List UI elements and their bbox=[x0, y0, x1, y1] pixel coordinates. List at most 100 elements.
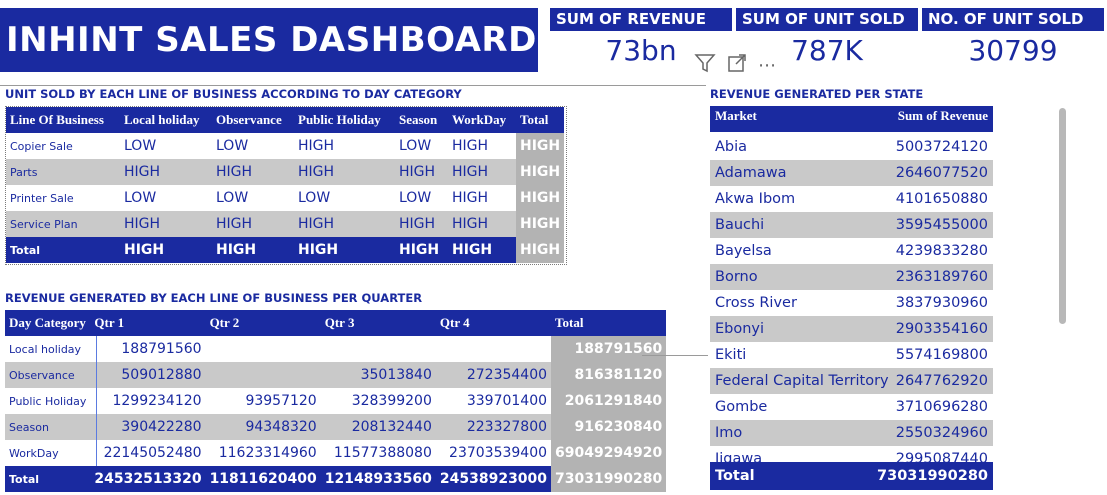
market-cell: Bayelsa bbox=[715, 243, 772, 259]
table-row: Cross River 3837930960 bbox=[710, 290, 993, 316]
table-row: Bayelsa 4239833280 bbox=[710, 238, 993, 264]
table-cell: LOW bbox=[399, 138, 432, 154]
column-header[interactable]: Total bbox=[551, 310, 667, 336]
table-cell: HIGH bbox=[212, 211, 294, 237]
revenue-cell: 4101650880 bbox=[895, 191, 988, 207]
row-label: Total bbox=[6, 237, 120, 263]
table-cell: 208132440 bbox=[320, 414, 436, 440]
table-row: Local holiday 188791560 188791560 bbox=[5, 336, 667, 362]
revenue-cell: 2995087440 bbox=[895, 451, 988, 462]
table-cell bbox=[205, 362, 321, 388]
quarter-table-title: REVENUE GENERATED BY EACH LINE OF BUSINE… bbox=[5, 291, 423, 305]
total-value: 73031990280 bbox=[877, 468, 988, 484]
table-cell: 22145052480 bbox=[103, 445, 202, 461]
visual-header: ⋯ bbox=[690, 50, 790, 80]
column-divider bbox=[96, 336, 97, 466]
unit-table-container: Line Of Business Local holiday Observanc… bbox=[5, 106, 567, 265]
row-label: WorkDay bbox=[9, 446, 59, 460]
column-header[interactable]: WorkDay bbox=[448, 107, 516, 133]
revenue-cell: 5574169800 bbox=[895, 347, 988, 363]
table-row: Ekiti 5574169800 bbox=[710, 342, 993, 368]
column-header[interactable]: Qtr 1 bbox=[90, 310, 206, 336]
column-header[interactable]: Qtr 4 bbox=[435, 310, 552, 336]
revenue-cell: 2363189760 bbox=[895, 269, 988, 285]
column-header[interactable]: Qtr 2 bbox=[205, 310, 321, 336]
grand-total-cell: HIGH bbox=[516, 237, 565, 263]
table-row: Imo 2550324960 bbox=[710, 420, 993, 446]
revenue-cell: 5003724120 bbox=[895, 139, 988, 155]
column-header[interactable]: Line Of Business bbox=[6, 107, 120, 133]
row-label: Total bbox=[5, 466, 91, 492]
filter-icon[interactable] bbox=[694, 52, 716, 78]
table-row: Borno 2363189760 bbox=[710, 264, 993, 290]
kpi-unit-count-label: NO. OF UNIT SOLD bbox=[922, 8, 1104, 31]
row-total-cell: HIGH bbox=[516, 185, 565, 211]
table-cell: 188791560 bbox=[121, 341, 202, 357]
table-row: Printer Sale LOW LOW LOW LOW HIGH HIGH bbox=[6, 185, 565, 211]
vertical-scrollbar[interactable] bbox=[1059, 108, 1066, 324]
row-total-cell: 69049294920 bbox=[551, 440, 667, 466]
table-cell: 11577388080 bbox=[333, 445, 432, 461]
table-cell: HIGH bbox=[452, 190, 489, 206]
state-total-row: Total 73031990280 bbox=[710, 462, 993, 490]
table-cell: HIGH bbox=[395, 211, 448, 237]
table-row: Service Plan HIGH HIGH HIGH HIGH HIGH HI… bbox=[6, 211, 565, 237]
table-cell: 509012880 bbox=[90, 362, 206, 388]
table-cell: 1299234120 bbox=[112, 393, 202, 409]
total-label: Total bbox=[715, 468, 755, 484]
table-cell: HIGH bbox=[294, 159, 395, 185]
more-options-icon[interactable]: ⋯ bbox=[758, 55, 777, 76]
total-cell: HIGH bbox=[448, 237, 516, 263]
column-header[interactable]: Day Category bbox=[5, 310, 91, 336]
table-row: Season 390422280 94348320 208132440 2233… bbox=[5, 414, 667, 440]
row-label: Printer Sale bbox=[10, 191, 74, 205]
table-cell: HIGH bbox=[448, 211, 516, 237]
table-row: Akwa Ibom 4101650880 bbox=[710, 186, 993, 212]
kpi-unit-sum-label: SUM OF UNIT SOLD bbox=[736, 8, 918, 31]
kpi-revenue-label: SUM OF REVENUE bbox=[550, 8, 732, 31]
column-header[interactable]: Observance bbox=[212, 107, 294, 133]
market-cell: Adamawa bbox=[715, 165, 787, 181]
market-cell: Ekiti bbox=[715, 347, 747, 363]
column-header[interactable]: Total bbox=[516, 107, 565, 133]
focus-mode-icon[interactable] bbox=[726, 52, 748, 78]
table-cell: 23703539400 bbox=[449, 445, 548, 461]
revenue-cell: 2903354160 bbox=[895, 321, 988, 337]
total-cell: HIGH bbox=[212, 237, 294, 263]
market-cell: Bauchi bbox=[715, 217, 765, 233]
column-header[interactable]: Sum of Revenue bbox=[882, 106, 993, 132]
revenue-cell: 3595455000 bbox=[895, 217, 988, 233]
total-cell: HIGH bbox=[120, 237, 212, 263]
total-cell: HIGH bbox=[294, 237, 395, 263]
table-row: Jigawa 2995087440 bbox=[710, 446, 993, 462]
row-total-cell: HIGH bbox=[516, 211, 565, 237]
unit-table: Line Of Business Local holiday Observanc… bbox=[6, 107, 565, 263]
column-header[interactable]: Season bbox=[395, 107, 448, 133]
table-cell: 339701400 bbox=[466, 393, 548, 409]
column-header[interactable]: Market bbox=[710, 106, 882, 132]
table-cell: LOW bbox=[216, 138, 249, 154]
row-label: Public Holiday bbox=[9, 394, 87, 408]
market-cell: Federal Capital Territory bbox=[715, 373, 889, 389]
market-cell: Ebonyi bbox=[715, 321, 765, 337]
column-header[interactable]: Local holiday bbox=[120, 107, 212, 133]
column-header[interactable]: Public Holiday bbox=[294, 107, 395, 133]
section-divider bbox=[0, 85, 706, 86]
table-cell bbox=[321, 336, 436, 362]
column-header[interactable]: Qtr 3 bbox=[320, 310, 436, 336]
row-total-cell: 2061291840 bbox=[551, 388, 667, 414]
kpi-unit-count-value: 30799 bbox=[968, 34, 1058, 67]
table-cell: 35013840 bbox=[320, 362, 436, 388]
state-table-header: Market Sum of Revenue bbox=[710, 106, 993, 132]
connector-line bbox=[642, 355, 708, 356]
row-label: Service Plan bbox=[6, 211, 120, 237]
state-table-body[interactable]: Abia 5003724120 Adamawa 2646077520 Akwa Ib… bbox=[710, 134, 993, 462]
total-cell: 24538923000 bbox=[435, 466, 552, 492]
market-cell: Jigawa bbox=[715, 451, 763, 462]
table-row: Adamawa 2646077520 bbox=[710, 160, 993, 186]
table-cell: 93957120 bbox=[245, 393, 317, 409]
table-cell bbox=[206, 336, 321, 362]
row-total-cell: 816381120 bbox=[551, 362, 667, 388]
table-cell: 94348320 bbox=[205, 414, 321, 440]
revenue-cell: 4239833280 bbox=[895, 243, 988, 259]
